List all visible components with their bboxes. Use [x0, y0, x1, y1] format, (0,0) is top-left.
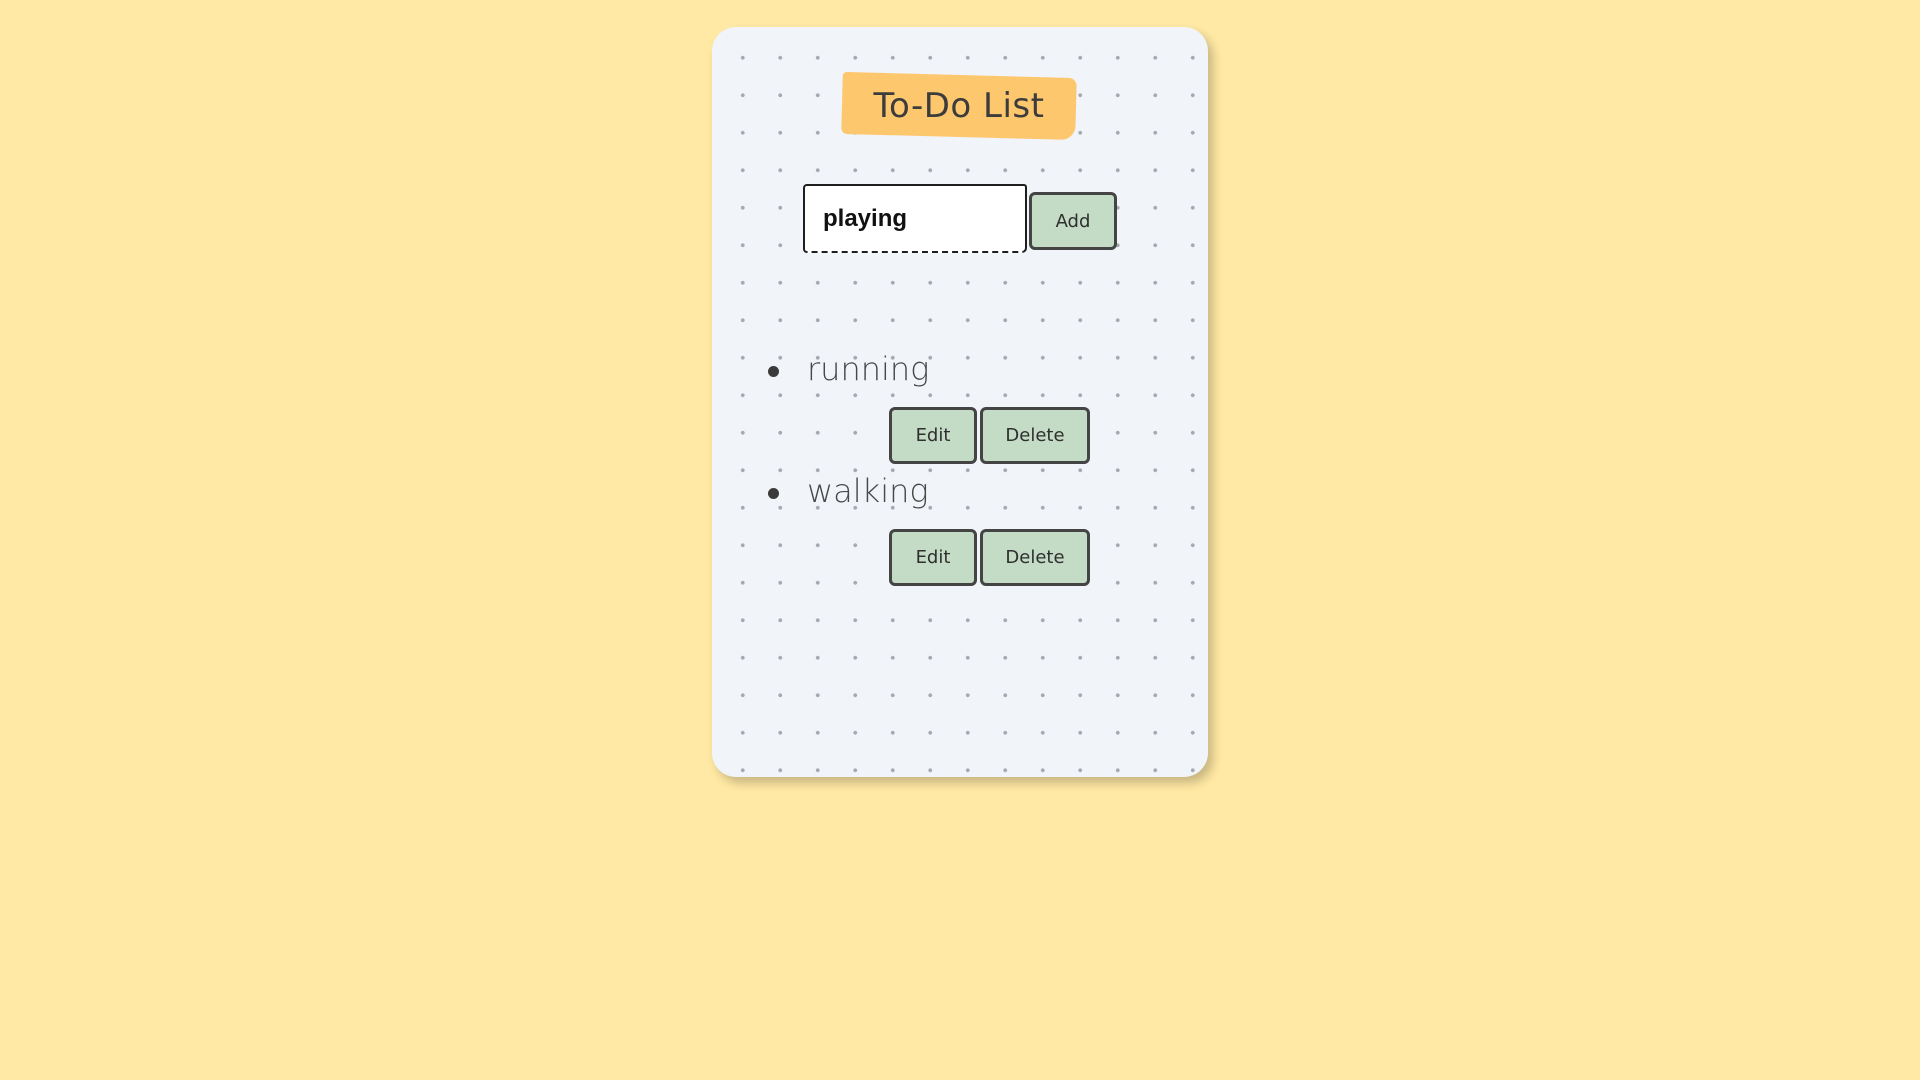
add-button[interactable]: Add	[1029, 192, 1117, 250]
edit-button[interactable]: Edit	[889, 529, 977, 586]
bullet-dot-icon	[768, 366, 779, 377]
page-title: To-Do List	[873, 86, 1045, 126]
task-label: running	[807, 350, 930, 388]
todo-card: To-Do List Add running Edit Delete walki…	[712, 27, 1208, 777]
task-label: walking	[807, 472, 929, 510]
delete-button[interactable]: Delete	[980, 529, 1090, 586]
bullet-dot-icon	[768, 488, 779, 499]
delete-button[interactable]: Delete	[980, 407, 1090, 464]
task-input[interactable]	[803, 184, 1027, 253]
list-item: running Edit Delete	[712, 347, 1208, 467]
list-item: walking Edit Delete	[712, 469, 1208, 589]
edit-button[interactable]: Edit	[889, 407, 977, 464]
